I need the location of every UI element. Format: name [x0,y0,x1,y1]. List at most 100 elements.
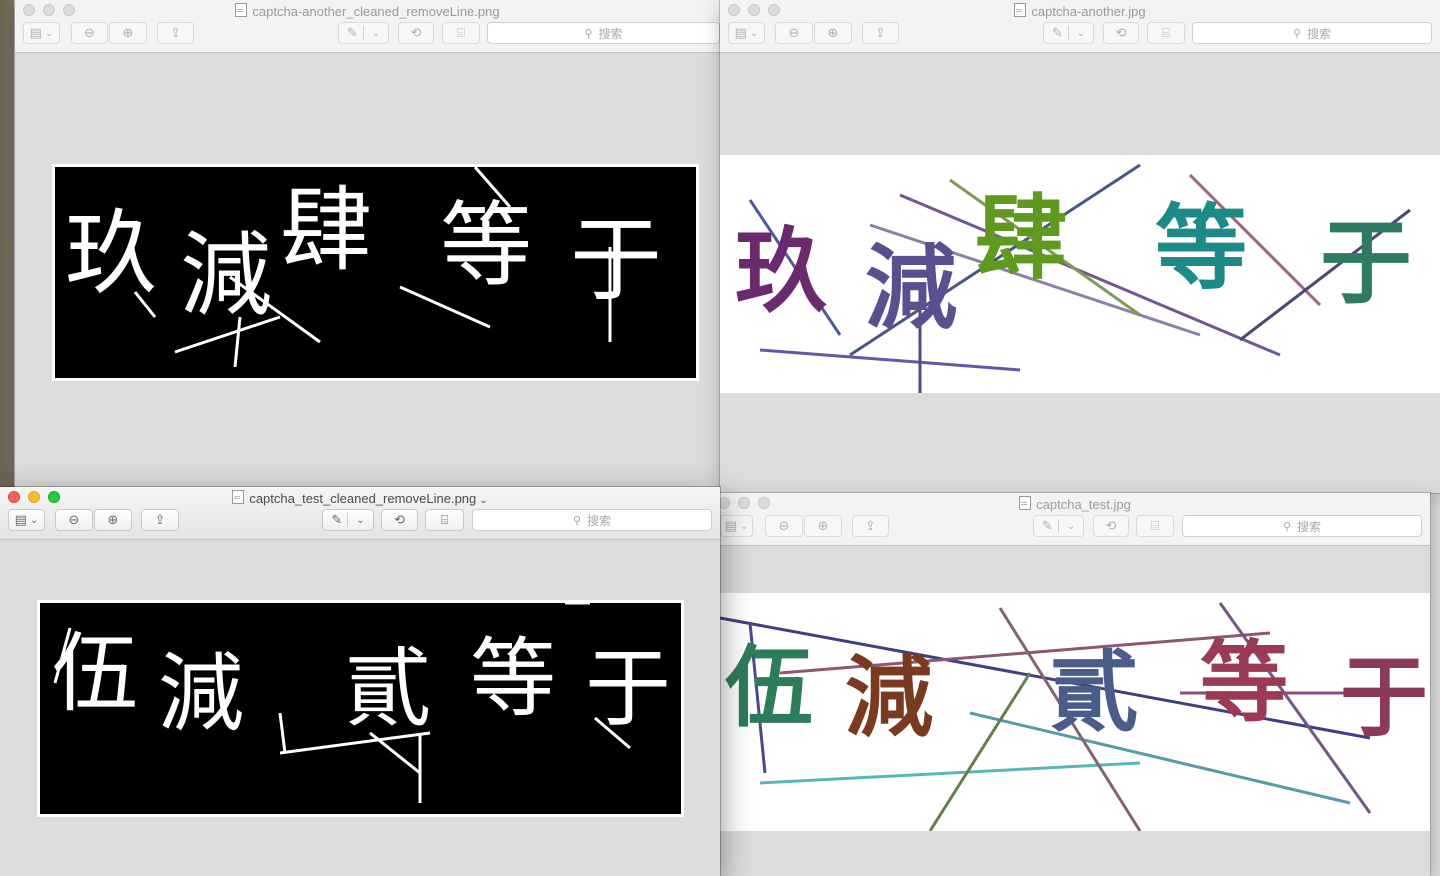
captcha-char: 等 [1155,194,1247,302]
zoom-in-button[interactable]: ⊕ [94,509,132,531]
sidebar-button[interactable]: ▤ ⌄ [728,22,765,44]
sidebar-icon: ▤ [724,518,737,533]
zoom-out-button[interactable]: ⊖ [765,515,803,537]
captcha-char: 等 [440,192,532,299]
rotate-button[interactable]: ⟲ [1093,515,1129,537]
captcha-char: 于 [585,639,671,739]
search-placeholder: 搜索 [587,513,612,528]
search-field[interactable]: ⚲ 搜索 [1182,515,1422,537]
captcha-char: 減 [158,644,244,744]
chevron-down-icon: ⌄ [44,27,54,39]
rotate-button[interactable]: ⟲ [398,22,434,44]
markup-pen-icon: ✎ [346,25,358,40]
chevron-down-icon: ⌄ [749,27,759,39]
share-icon: ⇪ [170,25,181,40]
share-button[interactable]: ⇪ [157,22,194,44]
zoom-out-icon: ⊖ [68,512,80,527]
captcha-char: 于 [1320,209,1412,317]
captcha-char: 減 [180,222,272,329]
search-icon: ⚲ [572,514,582,527]
chevron-down-icon: ⌄ [371,27,381,39]
sidebar-icon: ▤ [734,25,747,40]
titlebar[interactable]: captcha_test_cleaned_removeLine.png ⌄ ▤ ⌄ … [0,487,720,540]
preview-window-test[interactable]: captcha_test.jpg ▤⌄ ⊖ ⊕ ⇪ ✎⌄ ⟲ ⌸ ⚲搜索 [720,493,1430,876]
png-file-icon [235,3,248,17]
rotate-icon: ⟲ [1115,25,1127,40]
preview-window-test-cleaned[interactable]: captcha_test_cleaned_removeLine.png ⌄ ▤ ⌄ … [0,487,720,876]
image-canvas: 玖 減 肆 等 于 [720,53,1440,493]
window-title-text: captcha_test_cleaned_removeLine.png [249,491,477,506]
captcha-char: 等 [470,629,556,729]
search-icon: ⚲ [1292,27,1302,40]
preview-window-another[interactable]: captcha-another.jpg ▤ ⌄ ⊖ ⊕ ⇪ ✎ ⌄ ⟲ ⌸ ⚲ 搜索 [720,0,1440,493]
chevron-down-icon: ⌄ [1066,520,1076,532]
zoom-in-button[interactable]: ⊕ [814,22,852,44]
window-title[interactable]: captcha_test_cleaned_removeLine.png ⌄ [0,490,720,506]
preview-window-another-cleaned[interactable]: captcha-another_cleaned_removeLine.png ▤… [15,0,720,487]
sidebar-button[interactable]: ▤ ⌄ [8,509,45,531]
jpg-file-icon [1019,496,1032,510]
share-button[interactable]: ⇪ [141,509,179,531]
titlebar[interactable]: captcha-another.jpg ▤ ⌄ ⊖ ⊕ ⇪ ✎ ⌄ ⟲ ⌸ ⚲ 搜索 [720,0,1440,53]
zoom-in-button[interactable]: ⊕ [804,515,842,537]
search-placeholder: 搜索 [1307,26,1332,41]
search-field[interactable]: ⚲ 搜索 [487,22,720,44]
markup-button[interactable]: ✎ ⌄ [338,22,389,44]
toolbox-icon: ⌸ [1151,518,1159,533]
captcha-char: 貳 [345,639,431,739]
zoom-in-icon: ⊕ [817,518,829,533]
search-field[interactable]: ⚲ 搜索 [472,509,712,531]
markup-pen-icon: ✎ [331,512,343,527]
window-title-text: captcha_test.jpg [1036,497,1131,512]
rotate-icon: ⟲ [1105,518,1117,533]
png-file-icon [232,490,245,504]
toolbox-button[interactable]: ⌸ [1147,22,1185,44]
markup-pen-icon: ✎ [1051,25,1063,40]
captcha-char: 肆 [280,177,372,284]
captcha-image-bw: 伍 減 貳 等 于 [37,600,684,817]
captcha-image-bw: 玖 減 肆 等 于 [52,164,699,381]
toolbox-button[interactable]: ⌸ [442,22,480,44]
chevron-down-icon[interactable]: ⌄ [479,495,487,506]
sidebar-icon: ▤ [14,512,27,527]
chevron-down-icon: ⌄ [29,514,39,526]
toolbox-icon: ⌸ [1162,25,1170,40]
titlebar[interactable]: captcha-another_cleaned_removeLine.png ▤… [15,0,720,53]
zoom-in-button[interactable]: ⊕ [109,22,147,44]
zoom-in-icon: ⊕ [107,512,119,527]
titlebar[interactable]: captcha_test.jpg ▤ ⌄ ⊖ ⊕ ⇪ ✎ ⌄ ⟲ ⌸ ⚲ 搜索 [720,493,1430,546]
markup-button[interactable]: ✎ ⌄ [322,509,374,531]
captcha-char: 伍 [52,624,138,724]
markup-button[interactable]: ✎ ⌄ [1043,22,1094,44]
sidebar-button[interactable]: ▤ ⌄ [720,515,753,537]
captcha-image-color: 伍 減 貳 等 于 [720,593,1430,831]
toolbox-icon: ⌸ [457,25,465,40]
noise-lines [748,163,1411,393]
markup-button[interactable]: ✎ ⌄ [1033,515,1084,537]
zoom-out-button[interactable]: ⊖ [55,509,93,531]
captcha-image-color: 玖 減 肆 等 于 [720,155,1440,393]
captcha-char: 于 [570,207,662,314]
rotate-button[interactable]: ⟲ [1103,22,1139,44]
captcha-char: 貳 [1050,640,1138,744]
rotate-button[interactable]: ⟲ [381,509,418,531]
search-icon: ⚲ [584,27,593,40]
markup-pen-icon: ✎ [1041,518,1053,533]
window-title-text: captcha-another_cleaned_removeLine.png [252,4,500,19]
toolbox-button[interactable]: ⌸ [1136,515,1174,537]
captcha-char: 于 [1340,645,1428,749]
captcha-char: 玖 [65,200,157,307]
search-field[interactable]: ⚲ 搜索 [1192,22,1432,44]
toolbox-icon: ⌸ [440,512,449,527]
zoom-in-icon: ⊕ [122,25,134,40]
captcha-char: 減 [865,234,957,342]
window-title: captcha-another_cleaned_removeLine.png [15,3,720,19]
sidebar-button[interactable]: ▤ ⌄ [23,22,60,44]
zoom-out-button[interactable]: ⊖ [71,22,108,44]
zoom-in-icon: ⊕ [827,25,839,40]
zoom-out-button[interactable]: ⊖ [775,22,813,44]
toolbox-button[interactable]: ⌸ [425,509,464,531]
share-button[interactable]: ⇪ [852,515,889,537]
image-canvas: 伍 減 貳 等 于 [0,540,720,876]
share-button[interactable]: ⇪ [862,22,899,44]
